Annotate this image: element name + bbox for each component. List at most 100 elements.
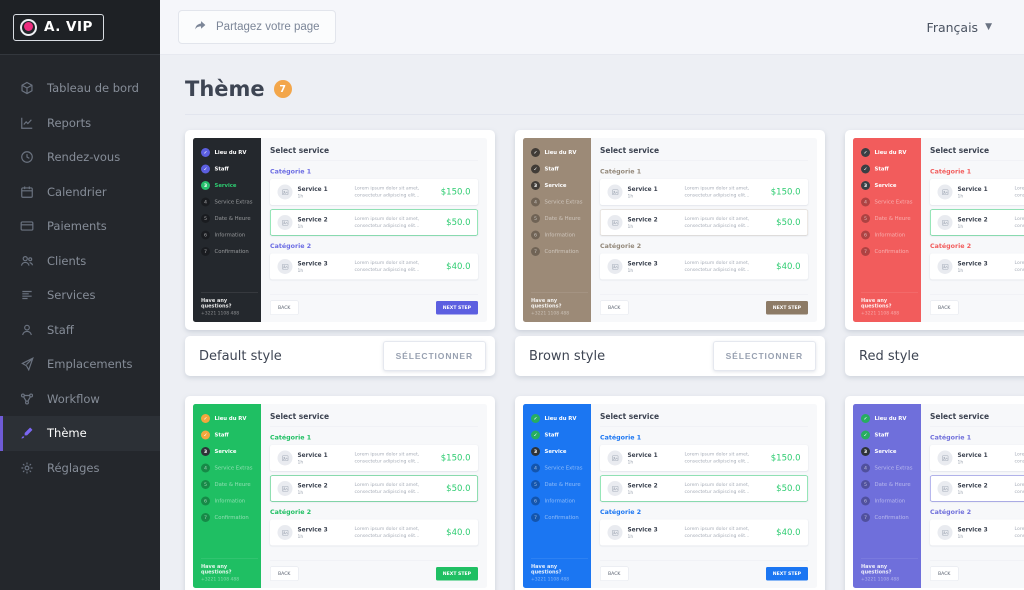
select-theme-button[interactable]: SÉLECTIONNER bbox=[383, 341, 486, 371]
step-circle: 6 bbox=[531, 497, 540, 506]
service-name: Service 1 bbox=[628, 451, 680, 458]
service-name: Service 3 bbox=[298, 260, 350, 267]
phone-text: +3221 1108 488 bbox=[861, 577, 916, 582]
category-label: Catégorie 1 bbox=[600, 434, 808, 442]
step-circle: 6 bbox=[201, 231, 210, 240]
preview-title: Select service bbox=[270, 412, 478, 427]
preview-steps-panel: ✓ Lieu du RV ✓ Staff 3 Service 4 Service… bbox=[193, 404, 261, 588]
step-label: Confirmation bbox=[545, 249, 579, 255]
image-icon bbox=[611, 219, 619, 227]
service-price: $40.0 bbox=[446, 262, 470, 272]
step-item: ✓ Lieu du RV bbox=[201, 148, 258, 157]
step-circle: ✓ bbox=[201, 431, 210, 440]
step-label: Service bbox=[875, 183, 897, 189]
share-page-button[interactable]: Partagez votre page bbox=[178, 10, 336, 44]
language-selector[interactable]: Français ▼ bbox=[927, 20, 992, 35]
service-duration: 1h bbox=[628, 460, 680, 465]
preview-body: Catégorie 1 Service 1 1h Lorem ipsum dol… bbox=[270, 161, 478, 284]
service-row: Service 1 1h Lorem ipsum dolor sit amet,… bbox=[270, 179, 478, 205]
step-item: 6 Information bbox=[531, 231, 588, 240]
step-item: 4 Service Extras bbox=[531, 198, 588, 207]
step-item: 6 Information bbox=[531, 497, 588, 506]
step-item: 5 Date & Heure bbox=[531, 480, 588, 489]
theme-preview: ✓ Lieu du RV ✓ Staff 3 Service 4 Service… bbox=[845, 130, 1024, 330]
sidebar-item-clock[interactable]: Rendez-vous bbox=[0, 140, 160, 175]
image-icon bbox=[611, 454, 619, 462]
step-label: Lieu du RV bbox=[545, 416, 577, 422]
step-item: ✓ Lieu du RV bbox=[861, 148, 918, 157]
select-theme-button[interactable]: SÉLECTIONNER bbox=[713, 341, 816, 371]
preview-main: Select service Catégorie 1 Service 1 1h … bbox=[261, 404, 487, 588]
step-item: 7 Confirmation bbox=[531, 513, 588, 522]
service-name: Service 2 bbox=[628, 482, 680, 489]
service-duration: 1h bbox=[298, 490, 350, 495]
preview-buttons: BACK NEXT STEP bbox=[600, 560, 808, 581]
clock-icon bbox=[20, 150, 35, 165]
step-item: 5 Date & Heure bbox=[201, 480, 258, 489]
service-name: Service 3 bbox=[958, 260, 1010, 267]
sidebar-item-brush[interactable]: Thème bbox=[0, 416, 160, 451]
theme-preview: ✓ Lieu du RV ✓ Staff 3 Service 4 Service… bbox=[185, 396, 495, 590]
service-avatar bbox=[278, 525, 293, 540]
step-circle: 5 bbox=[861, 214, 870, 223]
service-name: Service 1 bbox=[628, 185, 680, 192]
step-circle: ✓ bbox=[861, 431, 870, 440]
sidebar-item-card[interactable]: Paiements bbox=[0, 209, 160, 244]
step-item: ✓ Staff bbox=[861, 431, 918, 440]
step-label: Information bbox=[875, 498, 906, 504]
sidebar-item-list[interactable]: Services bbox=[0, 278, 160, 313]
step-circle: 4 bbox=[201, 464, 210, 473]
sidebar-item-gear[interactable]: Réglages bbox=[0, 451, 160, 486]
preview-body: Catégorie 1 Service 1 1h Lorem ipsum dol… bbox=[930, 427, 1024, 550]
theme-card-footer: Default style SÉLECTIONNER bbox=[185, 336, 495, 376]
preview-body: Catégorie 1 Service 1 1h Lorem ipsum dol… bbox=[930, 161, 1024, 284]
step-item: 5 Date & Heure bbox=[861, 214, 918, 223]
preview-footer: Have any questions? +3221 1108 488 bbox=[861, 559, 918, 589]
service-price: $50.0 bbox=[446, 218, 470, 228]
service-avatar bbox=[938, 525, 953, 540]
service-price: $150.0 bbox=[441, 187, 471, 197]
category-label: Catégorie 1 bbox=[930, 434, 1024, 442]
service-price: $150.0 bbox=[771, 453, 801, 463]
sidebar-item-label: Workflow bbox=[47, 392, 100, 406]
step-circle: 3 bbox=[861, 447, 870, 456]
sidebar-item-workflow[interactable]: Workflow bbox=[0, 382, 160, 417]
service-price: $40.0 bbox=[776, 528, 800, 538]
preview-steps-panel: ✓ Lieu du RV ✓ Staff 3 Service 4 Service… bbox=[523, 138, 591, 322]
step-item: 4 Service Extras bbox=[201, 464, 258, 473]
theme-card-footer: Red style SÉLECTIONNER bbox=[845, 336, 1024, 376]
service-row: Service 3 1h Lorem ipsum dolor sit amet,… bbox=[270, 254, 478, 280]
step-label: Lieu du RV bbox=[215, 416, 247, 422]
step-circle: 7 bbox=[201, 513, 210, 522]
sidebar-item-person[interactable]: Staff bbox=[0, 313, 160, 348]
service-description: Lorem ipsum dolor sit amet, consectetur … bbox=[1015, 185, 1024, 199]
preview-body: Catégorie 1 Service 1 1h Lorem ipsum dol… bbox=[270, 427, 478, 550]
service-avatar bbox=[278, 259, 293, 274]
step-item: ✓ Lieu du RV bbox=[861, 414, 918, 423]
step-item: 4 Service Extras bbox=[531, 464, 588, 473]
sidebar-item-users[interactable]: Clients bbox=[0, 244, 160, 279]
sidebar-item-calendar[interactable]: Calendrier bbox=[0, 175, 160, 210]
sidebar-item-location[interactable]: Emplacements bbox=[0, 347, 160, 382]
category-label: Catégorie 1 bbox=[600, 168, 808, 176]
preview-buttons: BACK NEXT STEP bbox=[930, 560, 1024, 581]
step-circle: ✓ bbox=[861, 165, 870, 174]
service-name: Service 3 bbox=[298, 526, 350, 533]
step-label: Date & Heure bbox=[215, 216, 251, 222]
step-item: ✓ Staff bbox=[861, 165, 918, 174]
step-item: 7 Confirmation bbox=[531, 247, 588, 256]
sidebar-item-reports[interactable]: Reports bbox=[0, 106, 160, 141]
questions-text: Have any questions? bbox=[861, 564, 916, 575]
step-circle: 4 bbox=[531, 198, 540, 207]
theme-preview: ✓ Lieu du RV ✓ Staff 3 Service 4 Service… bbox=[185, 130, 495, 330]
service-row: Service 2 1h Lorem ipsum dolor sit amet,… bbox=[270, 476, 478, 502]
theme-preview: ✓ Lieu du RV ✓ Staff 3 Service 4 Service… bbox=[845, 396, 1024, 590]
sidebar-nav: Tableau de bord Reports Rendez-vous Cale… bbox=[0, 55, 160, 485]
theme-preview: ✓ Lieu du RV ✓ Staff 3 Service 4 Service… bbox=[515, 130, 825, 330]
sidebar-item-dashboard[interactable]: Tableau de bord bbox=[0, 71, 160, 106]
step-label: Date & Heure bbox=[215, 482, 251, 488]
steps-list: ✓ Lieu du RV ✓ Staff 3 Service 4 Service… bbox=[201, 148, 258, 264]
preview-main: Select service Catégorie 1 Service 1 1h … bbox=[261, 138, 487, 322]
list-icon bbox=[20, 288, 35, 303]
service-name: Service 1 bbox=[958, 451, 1010, 458]
